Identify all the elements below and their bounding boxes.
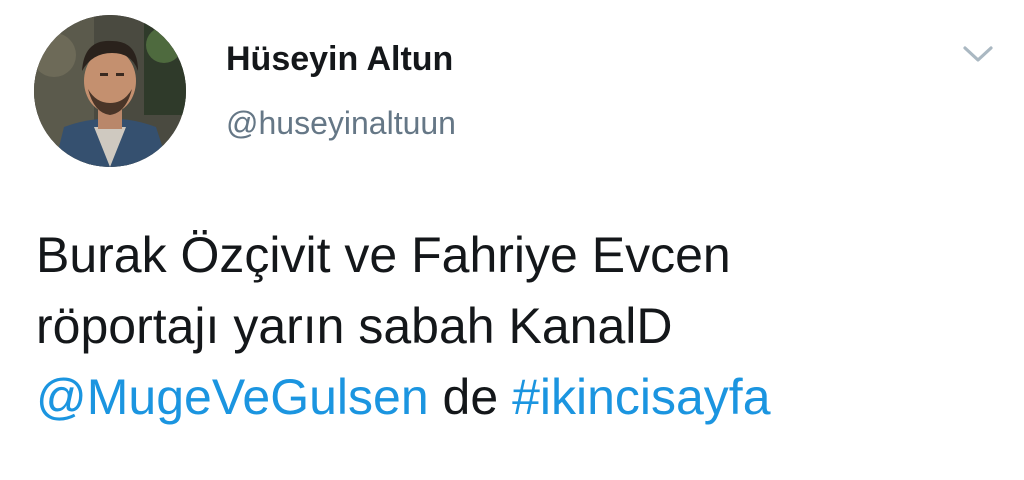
connector-text: de: [428, 369, 513, 425]
author-name[interactable]: Hüseyin Altun: [226, 42, 453, 76]
tweet-card: Hüseyin Altun @huseyinaltuun Burak Özçiv…: [0, 0, 1024, 480]
mention-link[interactable]: @MugeVeGulsen: [36, 369, 429, 425]
tweet-text-line: Burak Özçivit ve Fahriye Evcen: [36, 227, 731, 283]
tweet-text-line-3: @MugeVeGulsen de #ikincisayfa: [36, 362, 996, 433]
avatar[interactable]: [34, 15, 186, 167]
tweet-text: Burak Özçivit ve Fahriye Evcen röportajı…: [36, 220, 996, 433]
author-handle[interactable]: @huseyinaltuun: [226, 107, 456, 139]
tweet-text-line: röportajı yarın sabah KanalD: [36, 298, 673, 354]
chevron-down-icon: [963, 46, 993, 62]
avatar-photo-icon: [34, 15, 186, 167]
tweet-menu-button[interactable]: [960, 42, 996, 66]
hashtag-link[interactable]: #ikincisayfa: [512, 369, 770, 425]
